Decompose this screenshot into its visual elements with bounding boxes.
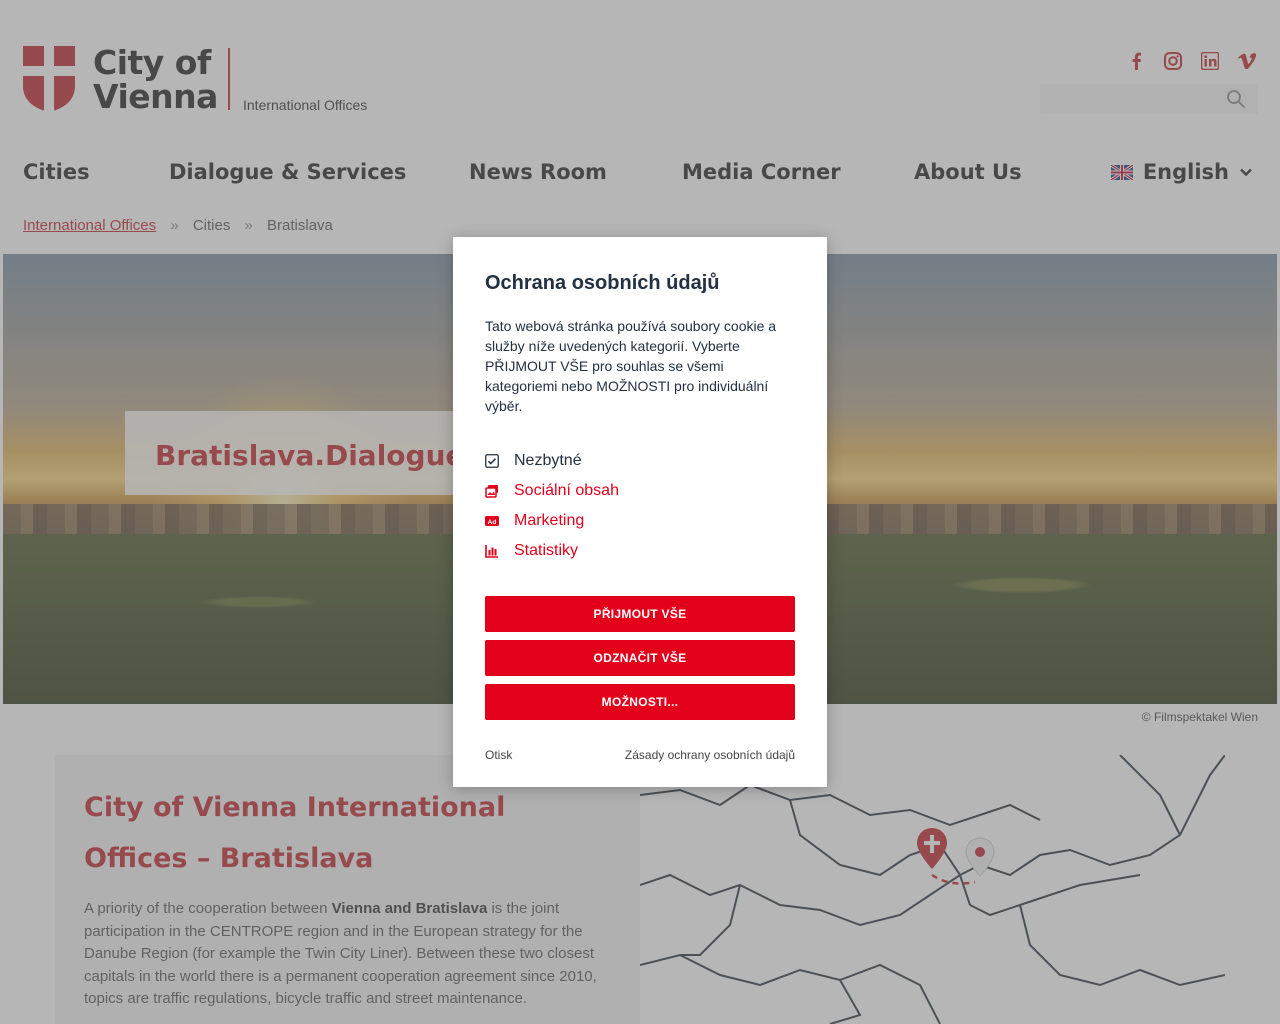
category-label: Statistiky xyxy=(514,542,579,559)
svg-text:Ad: Ad xyxy=(488,519,497,526)
accept-all-button[interactable]: PŘIJMOUT VŠE xyxy=(485,596,795,632)
checkbox-checked-icon xyxy=(485,454,499,468)
bar-chart-icon xyxy=(485,545,498,558)
deselect-all-button[interactable]: ODZNAČIT VŠE xyxy=(485,640,795,676)
ad-icon: Ad xyxy=(485,516,499,526)
dialog-title: Ochrana osobních údajů xyxy=(485,272,720,294)
category-statistics[interactable]: Statistiky xyxy=(485,536,619,566)
cookie-consent-dialog: Ochrana osobních údajů Tato webová strán… xyxy=(453,237,827,787)
privacy-policy-link[interactable]: Zásady ochrany osobních údajů xyxy=(625,748,795,762)
dialog-description: Tato webová stránka používá soubory cook… xyxy=(485,318,777,414)
category-label: Sociální obsah xyxy=(514,482,619,499)
category-marketing[interactable]: Ad Marketing xyxy=(485,506,619,536)
category-label: Nezbytné xyxy=(514,452,582,469)
social-content-icon xyxy=(485,485,498,498)
consent-categories: Nezbytné Sociální obsah Ad Marketing Sta… xyxy=(485,446,619,566)
category-social-content[interactable]: Sociální obsah xyxy=(485,476,619,506)
category-label: Marketing xyxy=(514,512,585,529)
imprint-link[interactable]: Otisk xyxy=(485,748,512,762)
category-necessary: Nezbytné xyxy=(485,446,619,476)
options-button[interactable]: MOŽNOSTI... xyxy=(485,684,795,720)
